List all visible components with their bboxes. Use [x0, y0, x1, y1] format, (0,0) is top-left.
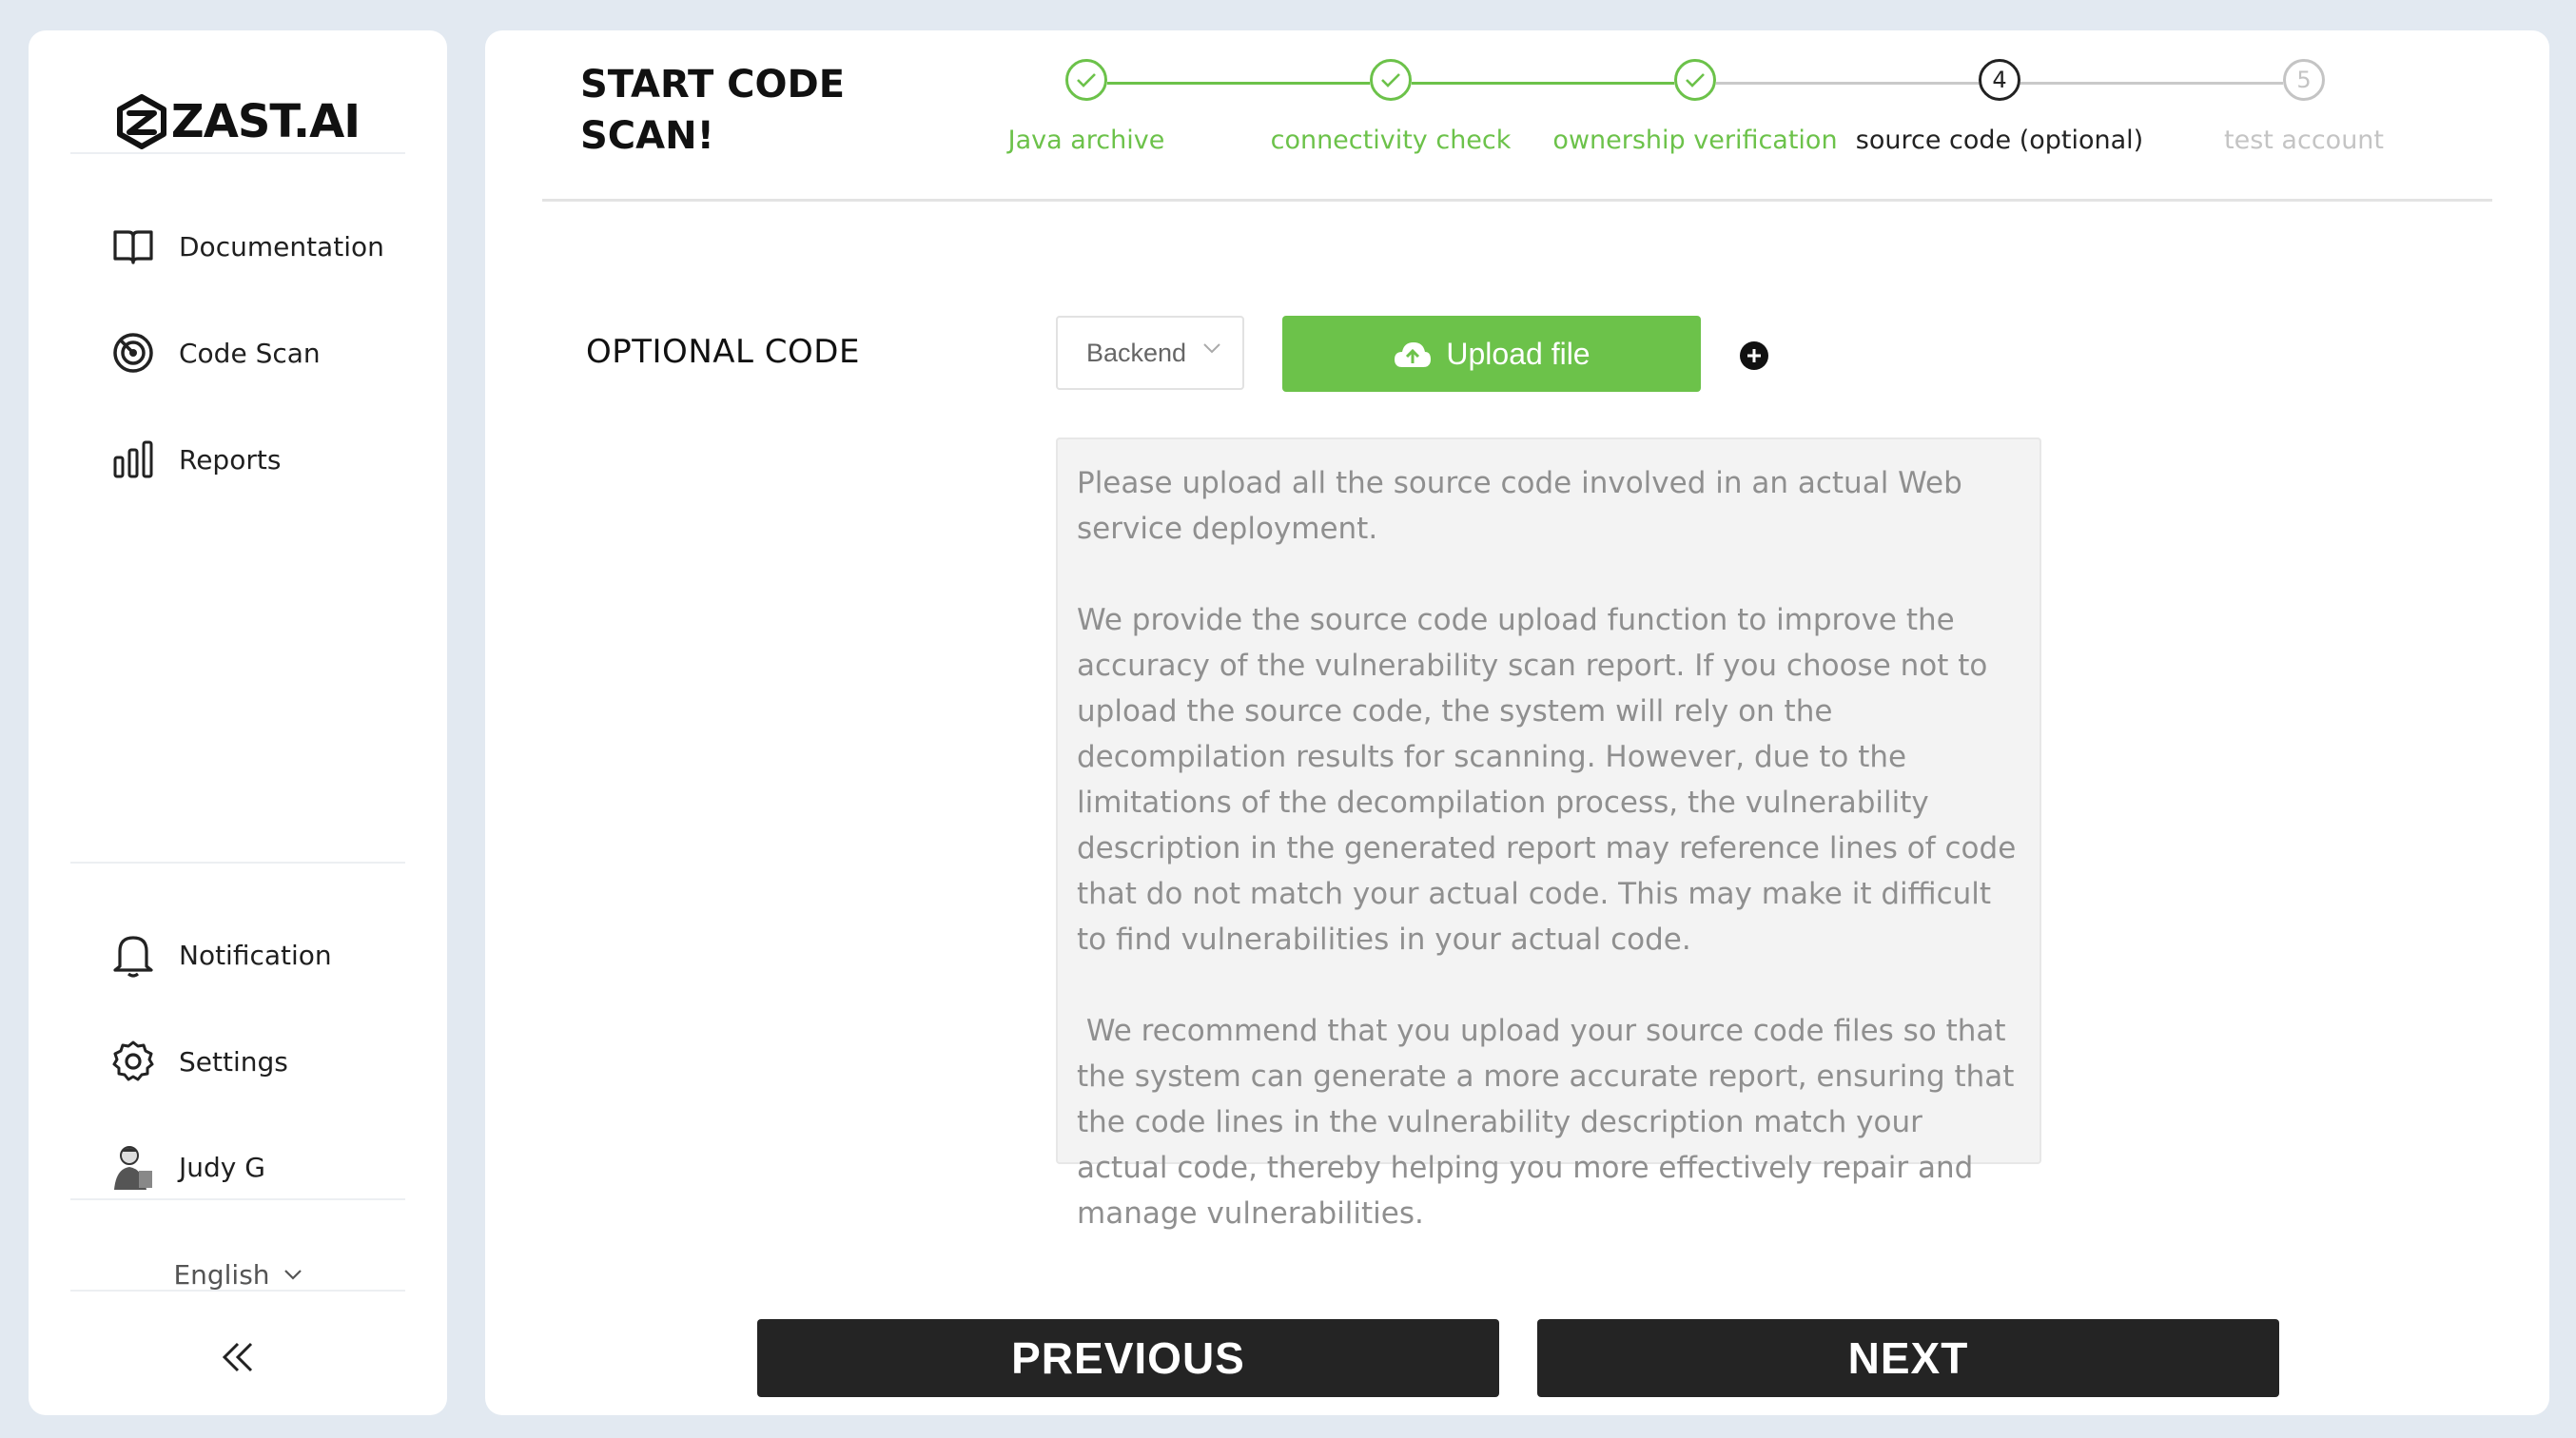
source-code-info-box: Please upload all the source code involv…: [1056, 437, 2041, 1231]
chevron-down-icon: [283, 1270, 302, 1280]
book-icon: [105, 218, 162, 275]
sidebar-item-documentation[interactable]: Documentation: [105, 213, 384, 280]
info-paragraph: We provide the source code upload functi…: [1077, 603, 2017, 957]
step-label-ownership-verification: ownership verification: [1552, 126, 1838, 155]
zast-logo-icon: [116, 94, 166, 149]
sidebar-item-label: Reports: [179, 443, 282, 476]
upload-file-label: Upload file: [1446, 336, 1590, 371]
step-connector: [1107, 82, 1370, 85]
bell-icon: [105, 926, 162, 983]
language-label: English: [173, 1258, 270, 1291]
cloud-upload-icon: [1395, 342, 1432, 367]
page-title: START CODE SCAN!: [580, 63, 846, 158]
sidebar-item-label: Judy G: [179, 1151, 265, 1183]
sidebar-item-label: Code Scan: [179, 337, 321, 369]
sidebar-item-label: Notification: [179, 939, 332, 971]
add-circle-icon[interactable]: [1739, 340, 1769, 371]
main-panel: START CODE SCAN! 4 5 Java archive connec…: [485, 30, 2549, 1415]
double-chevron-left-icon: [222, 1342, 253, 1372]
scan-target-icon: [105, 324, 162, 381]
divider: [70, 152, 405, 154]
logo[interactable]: ZAST.AI: [29, 84, 447, 160]
bar-chart-icon: [105, 431, 162, 488]
step-connector: [1412, 82, 1674, 85]
brand-name: ZAST.AI: [170, 95, 361, 148]
step-label-java-archive: Java archive: [1007, 126, 1165, 155]
info-paragraph: We recommend that you upload your source…: [1077, 1014, 2024, 1231]
sidebar: ZAST.AI Documentation Code Scan Reports …: [29, 30, 447, 1415]
step-connector: [2020, 82, 2283, 85]
step-2-check-icon[interactable]: [1370, 59, 1412, 101]
step-label-connectivity-check: connectivity check: [1270, 126, 1512, 155]
code-type-select[interactable]: Backend: [1056, 316, 1244, 390]
sidebar-item-profile[interactable]: Judy G: [105, 1134, 265, 1200]
step-3-check-icon[interactable]: [1674, 59, 1716, 101]
next-button[interactable]: NEXT: [1537, 1319, 2279, 1397]
code-type-value: Backend: [1086, 338, 1187, 367]
divider: [70, 862, 405, 864]
language-selector[interactable]: English: [29, 1238, 447, 1311]
step-label-source-code: source code (optional): [1855, 126, 2144, 155]
divider: [70, 1198, 405, 1200]
sidebar-item-notification[interactable]: Notification: [105, 922, 332, 988]
step-5-number[interactable]: 5: [2283, 59, 2325, 101]
divider: [70, 1290, 405, 1292]
step-1-check-icon[interactable]: [1065, 59, 1107, 101]
gear-icon: [105, 1033, 162, 1090]
upload-file-button[interactable]: Upload file: [1282, 316, 1701, 392]
sidebar-item-reports[interactable]: Reports: [105, 426, 281, 493]
sidebar-item-label: Documentation: [179, 230, 384, 262]
header-divider: [542, 199, 2492, 202]
step-connector: [1716, 82, 1979, 85]
step-label-test-account: test account: [2224, 126, 2384, 155]
sidebar-item-code-scan[interactable]: Code Scan: [105, 320, 321, 386]
info-paragraph: Please upload all the source code involv…: [1077, 466, 1962, 546]
step-4-number[interactable]: 4: [1979, 59, 2020, 101]
previous-button[interactable]: PREVIOUS: [757, 1319, 1499, 1397]
optional-code-label: OPTIONAL CODE: [586, 333, 860, 371]
collapse-sidebar-button[interactable]: [214, 1324, 262, 1390]
chevron-down-icon: [1203, 343, 1220, 354]
avatar: [105, 1138, 162, 1195]
sidebar-item-label: Settings: [179, 1045, 288, 1078]
sidebar-item-settings[interactable]: Settings: [105, 1028, 288, 1095]
